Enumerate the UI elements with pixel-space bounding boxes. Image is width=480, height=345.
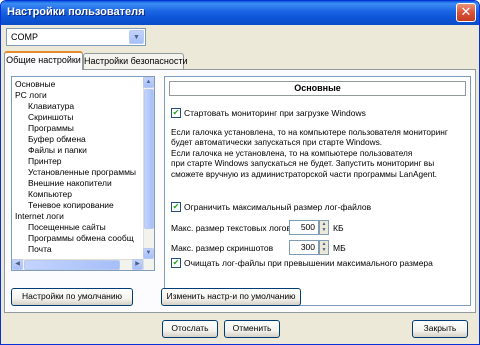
clear-logs-label: Очищать лог-файлы при превышении максима… <box>184 258 433 268</box>
window-title: Настройки пользователя <box>7 6 145 18</box>
text-logs-size-input[interactable]: 500 <box>289 220 319 235</box>
screenshots-size-label: Макс. размер скриншотов <box>171 243 274 253</box>
checkmark-icon: ✔ <box>172 202 180 211</box>
tree-item-keyboard[interactable]: Клавиатура <box>28 101 74 112</box>
tree-item-programs[interactable]: Программы <box>28 123 74 134</box>
tree-item-external-drives[interactable]: Внешние накопители <box>28 178 112 189</box>
tree-item-messengers[interactable]: Программы обмена сообщ <box>28 233 134 244</box>
description-line: Если галочка не установлена, то на компь… <box>171 147 413 158</box>
scroll-right-icon[interactable]: ▶ <box>132 259 143 270</box>
screenshots-size-unit: МБ <box>333 243 346 253</box>
tree-item-visited-sites[interactable]: Посещенные сайты <box>28 222 106 233</box>
start-monitoring-checkbox[interactable]: ✔ <box>171 108 181 118</box>
screenshots-size-stepper[interactable]: ▲ ▼ <box>319 240 329 255</box>
tree-item-printer[interactable]: Принтер <box>28 156 62 167</box>
tab-security-settings[interactable]: Настройки безопасности <box>83 53 188 70</box>
section-title: Основные <box>169 81 466 96</box>
chevron-down-icon[interactable]: ▼ <box>129 30 144 44</box>
clear-logs-checkbox[interactable]: ✔ <box>171 258 181 268</box>
scroll-down-icon[interactable]: ▼ <box>143 248 154 259</box>
tree-item-files-folders[interactable]: Файлы и папки <box>28 145 87 156</box>
scroll-left-icon[interactable]: ◀ <box>12 259 23 270</box>
checkmark-icon: ✔ <box>172 108 180 117</box>
tree-item-installed-programs[interactable]: Установленные программы <box>28 167 136 178</box>
change-defaults-button[interactable]: Изменить настр-и по умолчанию <box>161 288 301 306</box>
tree-item-mail[interactable]: Почта <box>28 244 52 255</box>
tree-item-screenshots[interactable]: Скриншоты <box>28 112 73 123</box>
close-window-button[interactable]: ✕ <box>456 3 476 22</box>
settings-tree[interactable]: Основные PC логи Клавиатура Скриншоты Пр… <box>11 76 155 271</box>
spin-down-icon[interactable]: ▼ <box>320 227 328 233</box>
checkmark-icon: ✔ <box>172 258 180 267</box>
defaults-button[interactable]: Настройки по умолчанию <box>11 288 133 306</box>
tree-vertical-scrollbar[interactable]: ▲ ▼ <box>143 77 154 270</box>
tree-item-shadow-copy[interactable]: Теневое копирование <box>28 200 114 211</box>
description-line: при старте Windows запускаться не будет.… <box>171 158 435 169</box>
start-monitoring-label: Стартовать мониторинг при загрузке Windo… <box>184 108 366 118</box>
settings-window: Настройки пользователя ✕ COMP ▼ Общие на… <box>0 0 480 345</box>
text-logs-size-unit: КБ <box>333 223 344 233</box>
limit-logs-label: Ограничить максимальный размер лог-файло… <box>184 202 372 212</box>
tree-item-internet-logs[interactable]: Internet логи <box>15 211 64 222</box>
tree-horizontal-scrollbar[interactable]: ◀ ▶ <box>12 259 143 270</box>
text-logs-size-stepper[interactable]: ▲ ▼ <box>319 220 329 235</box>
tree-item-clipboard[interactable]: Буфер обмена <box>28 134 86 145</box>
tree-hscroll-thumb[interactable] <box>24 260 120 270</box>
send-button[interactable]: Отослать <box>162 320 218 338</box>
tree-vscroll-thumb[interactable] <box>144 89 154 229</box>
close-icon: ✕ <box>460 4 472 19</box>
title-bar[interactable]: Настройки пользователя ✕ <box>1 1 479 25</box>
tree-item-basic[interactable]: Основные <box>15 79 55 90</box>
cancel-button[interactable]: Отменить <box>224 320 280 338</box>
tab-panel: Основные PC логи Клавиатура Скриншоты Пр… <box>4 69 476 313</box>
tab-general-settings[interactable]: Общие настройки <box>4 51 83 70</box>
scroll-up-icon[interactable]: ▲ <box>143 77 154 88</box>
description-line: будет автоматически запускаться при стар… <box>171 137 383 148</box>
spin-down-icon[interactable]: ▼ <box>320 247 328 253</box>
description-line: сможете вручную из администраторской час… <box>171 168 437 179</box>
screenshots-size-input[interactable]: 300 <box>289 240 319 255</box>
user-select-value: COMP <box>11 32 38 42</box>
start-monitoring-description: Если галочка установлена, то на компьюте… <box>171 127 467 179</box>
limit-logs-checkbox[interactable]: ✔ <box>171 202 181 212</box>
tree-item-pc-logs[interactable]: PC логи <box>15 90 47 101</box>
settings-content-pane: Основные ✔ Стартовать мониторинг при заг… <box>164 76 471 306</box>
user-select[interactable]: COMP ▼ <box>6 28 146 46</box>
description-line: Если галочка установлена, то на компьюте… <box>171 127 448 137</box>
tree-item-computer[interactable]: Компьютер <box>28 189 72 200</box>
close-button[interactable]: Закрыть <box>412 320 468 338</box>
text-logs-size-label: Макс. размер текстовых логов <box>171 223 291 233</box>
